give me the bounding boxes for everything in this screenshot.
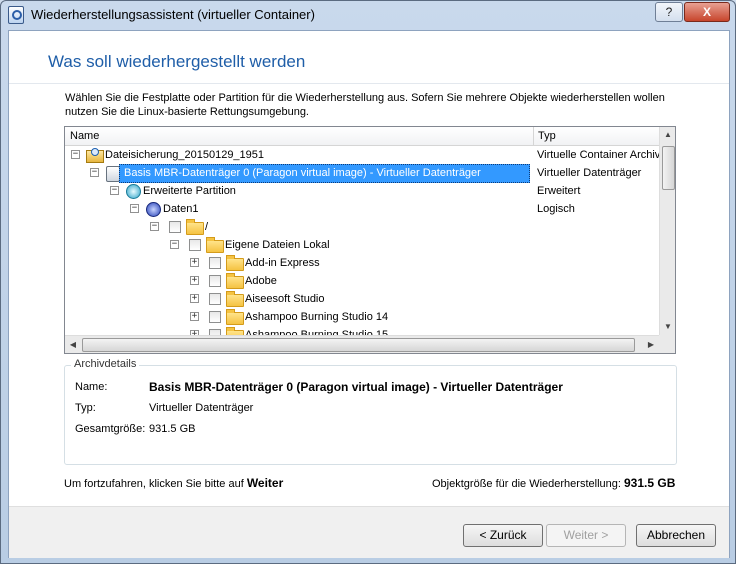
wizard-button-bar: < Zurück Weiter > Abbrechen: [9, 506, 729, 558]
scroll-left-icon[interactable]: ◀: [65, 336, 81, 353]
collapse-icon[interactable]: −: [150, 222, 159, 231]
horizontal-scrollbar[interactable]: ◀ ▶: [65, 335, 659, 353]
tree-row-folder[interactable]: + Add-in Express: [65, 254, 660, 272]
continue-hint: Um fortzufahren, klicken Sie bitte auf W…: [64, 476, 283, 490]
tree-row-label: Daten1: [163, 203, 199, 215]
detail-name-value: Basis MBR-Datenträger 0 (Paragon virtual…: [149, 380, 563, 394]
scroll-up-icon[interactable]: ▲: [660, 127, 675, 143]
wizard-window: Wiederherstellungsassistent (virtueller …: [0, 0, 736, 564]
wizard-header: Was soll wiederhergestellt werden: [9, 31, 729, 86]
row-checkbox[interactable]: [209, 257, 221, 269]
detail-size-label: Gesamtgröße:: [75, 423, 146, 435]
help-button[interactable]: ?: [655, 2, 683, 22]
tree-row-label: Erweiterte Partition: [143, 185, 236, 197]
row-checkbox[interactable]: [189, 239, 201, 251]
tree-row-extended-partition[interactable]: − Erweiterte Partition Erweitert: [65, 182, 660, 200]
collapse-icon[interactable]: −: [170, 240, 179, 249]
tree-row-label: Ashampoo Burning Studio 14: [245, 311, 389, 323]
collapse-icon[interactable]: −: [90, 168, 99, 177]
restore-size-label: Objektgröße für die Wiederherstellung:: [432, 478, 621, 490]
tree-row-logical-volume[interactable]: − Daten1 Logisch: [65, 200, 660, 218]
continue-hint-bold: Weiter: [246, 476, 284, 490]
disk-icon: [106, 166, 120, 182]
continue-hint-text: Um fortzufahren, klicken Sie bitte auf: [64, 478, 244, 490]
scroll-down-icon[interactable]: ▼: [660, 319, 675, 335]
expand-icon[interactable]: +: [190, 294, 199, 303]
expand-icon[interactable]: +: [190, 258, 199, 267]
tree-row-folder[interactable]: − Eigene Dateien Lokal: [65, 236, 660, 254]
tree-row-folder[interactable]: + Ashampoo Burning Studio 15: [65, 326, 660, 335]
folder-icon: [226, 273, 244, 289]
folder-icon: [206, 237, 224, 253]
tree-row-folder[interactable]: + Adobe: [65, 272, 660, 290]
cancel-button[interactable]: Abbrechen: [636, 524, 716, 547]
archive-details-legend: Archivdetails: [71, 358, 140, 370]
folder-icon: [226, 291, 244, 307]
next-button[interactable]: Weiter >: [546, 524, 626, 547]
tree-row-label: /: [205, 221, 209, 233]
page-title: Was soll wiederhergestellt werden: [48, 52, 306, 71]
wizard-body: Wählen Sie die Festplatte oder Partition…: [9, 83, 729, 504]
close-button[interactable]: X: [684, 2, 730, 22]
tree-row-disk[interactable]: − Basis MBR-Datenträger 0 (Paragon virtu…: [65, 164, 660, 183]
instruction-text: Wählen Sie die Festplatte oder Partition…: [65, 92, 665, 118]
collapse-icon[interactable]: −: [130, 204, 139, 213]
back-button[interactable]: < Zurück: [463, 524, 543, 547]
tree-row-type: Erweitert: [537, 185, 581, 197]
column-header-name[interactable]: Name: [65, 127, 534, 145]
folder-icon: [226, 255, 244, 271]
app-icon: [8, 6, 24, 24]
tree-row-label: Adobe: [245, 275, 277, 287]
detail-size-value: 931.5 GB: [149, 423, 196, 435]
tree-row-label: Aiseesoft Studio: [245, 293, 325, 305]
column-header-type[interactable]: Typ: [534, 127, 666, 145]
title-bar: Wiederherstellungsassistent (virtueller …: [1, 1, 735, 29]
tree-row-label: Ashampoo Burning Studio 15: [245, 329, 389, 335]
tree-row-label: Dateisicherung_20150129_1951: [105, 149, 265, 161]
volume-icon: [146, 202, 161, 217]
row-checkbox[interactable]: [169, 221, 181, 233]
folder-icon: [186, 219, 204, 235]
row-checkbox[interactable]: [209, 311, 221, 323]
archive-icon: [86, 148, 104, 163]
vertical-scroll-thumb[interactable]: [662, 146, 675, 190]
detail-type-label: Typ:: [75, 402, 96, 414]
scroll-right-icon[interactable]: ▶: [643, 336, 659, 353]
tree-row-label: Add-in Express: [245, 257, 320, 269]
tree-row-archive[interactable]: − Dateisicherung_20150129_1951 Virtuelle…: [65, 146, 666, 164]
tree-row-label: Basis MBR-Datenträger 0 (Paragon virtual…: [124, 167, 481, 179]
archive-details-group: Archivdetails Name: Basis MBR-Datenträge…: [64, 358, 677, 465]
collapse-icon[interactable]: −: [110, 186, 119, 195]
row-checkbox[interactable]: [209, 275, 221, 287]
restore-object-tree[interactable]: Name Typ − Dateisicherung_20150129_1951 …: [64, 126, 676, 354]
detail-type-value: Virtueller Datenträger: [149, 402, 254, 414]
wizard-content: Was soll wiederhergestellt werden Wählen…: [8, 30, 730, 558]
horizontal-scroll-thumb[interactable]: [82, 338, 635, 352]
restore-size-summary: Objektgröße für die Wiederherstellung: 9…: [432, 476, 675, 490]
vertical-scrollbar[interactable]: ▲ ▼: [659, 127, 675, 335]
partition-icon: [126, 184, 141, 199]
detail-name-label: Name:: [75, 381, 108, 393]
tree-row-folder[interactable]: + Aiseesoft Studio: [65, 290, 660, 308]
expand-icon[interactable]: +: [190, 312, 199, 321]
row-checkbox[interactable]: [209, 293, 221, 305]
tree-column-header: Name Typ: [65, 127, 675, 146]
tree-row-type: Virtuelle Container Archive: [537, 149, 667, 161]
tree-row-label: Eigene Dateien Lokal: [225, 239, 330, 251]
tree-row-folder[interactable]: + Ashampoo Burning Studio 14: [65, 308, 660, 326]
expand-icon[interactable]: +: [190, 276, 199, 285]
restore-size-value: 931.5 GB: [624, 476, 676, 490]
collapse-icon[interactable]: −: [71, 150, 80, 159]
scroll-corner: [659, 335, 675, 353]
window-title: Wiederherstellungsassistent (virtueller …: [31, 7, 315, 22]
tree-row-type: Logisch: [537, 203, 575, 215]
tree-row-root-folder[interactable]: − /: [65, 218, 660, 236]
tree-row-type: Virtueller Datenträger: [537, 167, 642, 179]
folder-icon: [226, 309, 244, 325]
